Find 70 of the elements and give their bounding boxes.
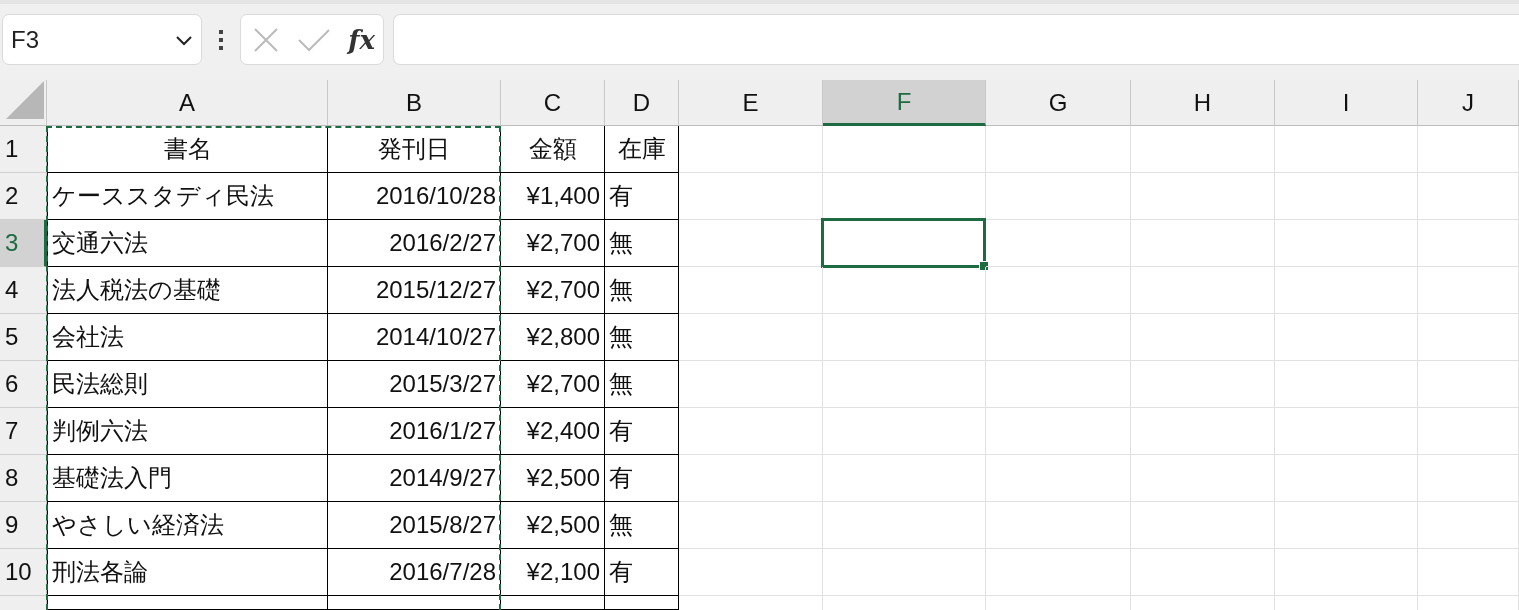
table-cell: 基礎法入門 <box>47 455 328 502</box>
table-cell: 刑法各論 <box>47 549 328 596</box>
table-cell: 書名 <box>47 126 328 173</box>
table-cell: 無 <box>605 502 679 549</box>
table-cell: ¥2,100 <box>501 549 605 596</box>
table-cell: 無 <box>605 314 679 361</box>
row-header[interactable]: 10 <box>0 549 47 596</box>
table-cell: ¥2,700 <box>501 267 605 314</box>
table-cell: 金額 <box>501 126 605 173</box>
table-cell: 2016/10/28 <box>328 173 501 220</box>
table-cell: 発刊日 <box>328 126 501 173</box>
column-header[interactable]: I <box>1275 80 1418 126</box>
row-header[interactable]: 6 <box>0 361 47 408</box>
table-cell: ¥2,500 <box>501 455 605 502</box>
table-cell: 有 <box>605 173 679 220</box>
name-box[interactable]: F3 <box>2 14 202 65</box>
table-cell: 2016/7/28 <box>328 549 501 596</box>
insert-function-button[interactable]: fx <box>348 24 375 55</box>
row-header[interactable]: 7 <box>0 408 47 455</box>
table-cell: ¥2,800 <box>501 314 605 361</box>
row-header[interactable]: 4 <box>0 267 47 314</box>
table-cell: ¥2,400 <box>501 408 605 455</box>
table-cell: ¥2,500 <box>501 502 605 549</box>
row-header-strip <box>0 596 47 610</box>
triangle-icon <box>6 81 44 119</box>
chevron-down-icon[interactable] <box>175 33 193 46</box>
table-cell: 無 <box>605 361 679 408</box>
table-cell: ケーススタディ民法 <box>47 173 328 220</box>
table-cell: 交通六法 <box>47 220 328 267</box>
column-header[interactable]: H <box>1131 80 1275 126</box>
table-cell: 2014/10/27 <box>328 314 501 361</box>
column-header[interactable]: A <box>47 80 328 126</box>
row-header[interactable]: 3 <box>0 220 47 267</box>
table-cell: 判例六法 <box>47 408 328 455</box>
table-cell: 民法総則 <box>47 361 328 408</box>
table-cell: 2016/2/27 <box>328 220 501 267</box>
table-cell: 2014/9/27 <box>328 455 501 502</box>
row-header[interactable]: 5 <box>0 314 47 361</box>
table-cell: 無 <box>605 267 679 314</box>
table-cell: 有 <box>605 549 679 596</box>
table-cell: 在庫 <box>605 126 679 173</box>
column-header[interactable]: C <box>501 80 605 126</box>
row-header[interactable]: 1 <box>0 126 47 173</box>
column-header[interactable]: G <box>986 80 1131 126</box>
column-header[interactable]: E <box>679 80 823 126</box>
table-cell: 法人税法の基礎 <box>47 267 328 314</box>
table-cell: 無 <box>605 220 679 267</box>
row-header[interactable]: 9 <box>0 502 47 549</box>
table-cell: 2016/1/27 <box>328 408 501 455</box>
table-cell: 有 <box>605 455 679 502</box>
table-cell: 有 <box>605 408 679 455</box>
table-cell: 2015/12/27 <box>328 267 501 314</box>
column-header[interactable]: B <box>328 80 501 126</box>
checkmark-icon[interactable] <box>296 27 331 52</box>
table-cell: 2015/3/27 <box>328 361 501 408</box>
row-header[interactable]: 8 <box>0 455 47 502</box>
table-cell: やさしい経済法 <box>47 502 328 549</box>
formula-input[interactable] <box>393 14 1519 65</box>
table-cell: ¥2,700 <box>501 220 605 267</box>
column-header[interactable]: F <box>823 80 986 126</box>
column-header[interactable]: D <box>605 80 679 126</box>
table-cell: ¥2,700 <box>501 361 605 408</box>
row-header[interactable]: 2 <box>0 173 47 220</box>
table-cell: 2015/8/27 <box>328 502 501 549</box>
more-options-icon[interactable] <box>218 29 224 51</box>
active-cell[interactable] <box>821 218 986 268</box>
fill-handle[interactable] <box>979 261 989 271</box>
table-cell: ¥1,400 <box>501 173 605 220</box>
column-header[interactable]: J <box>1418 80 1519 126</box>
table-cell: 会社法 <box>47 314 328 361</box>
